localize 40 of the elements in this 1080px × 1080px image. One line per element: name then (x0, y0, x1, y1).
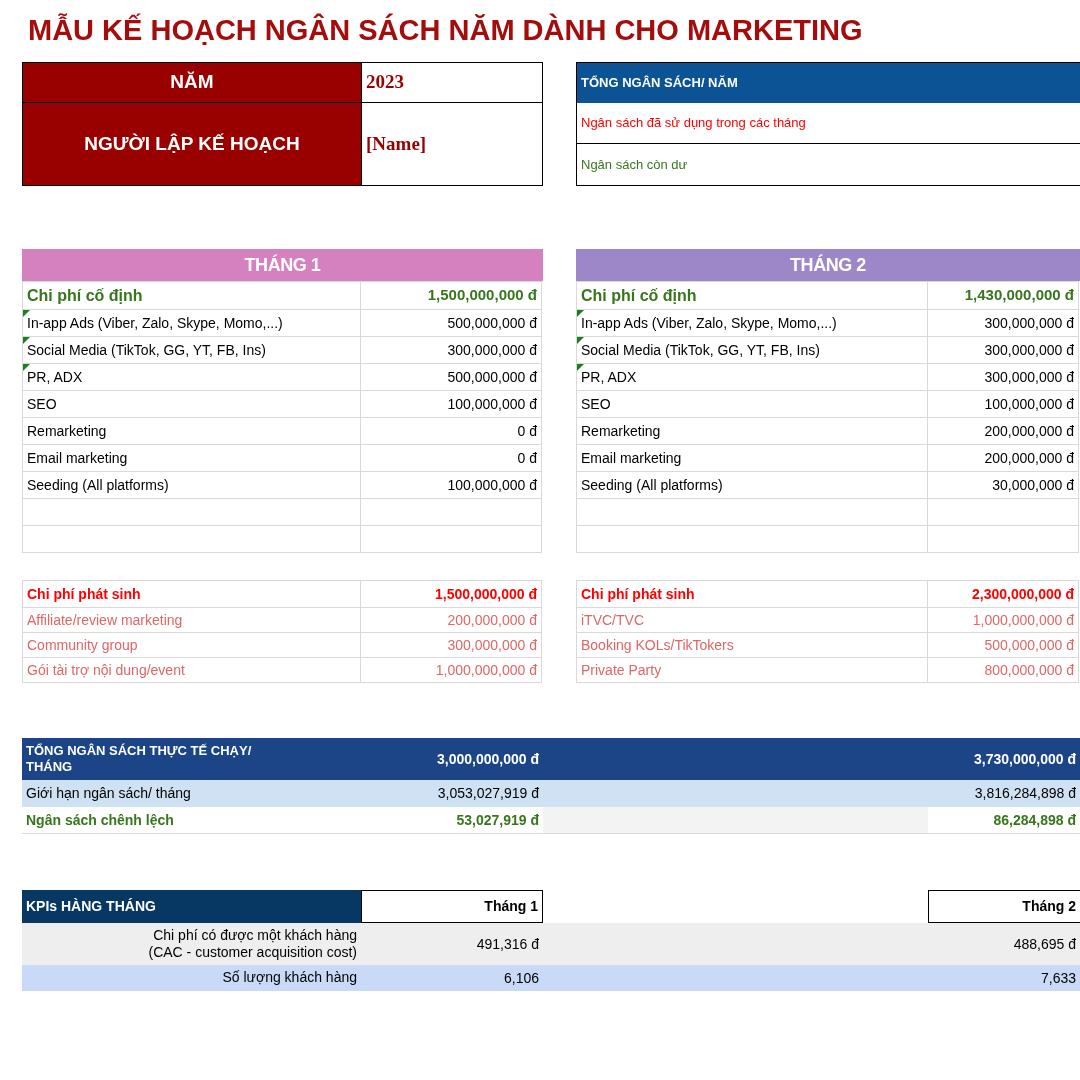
table-cell: Private Party (576, 657, 928, 683)
table-cell: 491,316 đ (361, 923, 543, 965)
table-cell-text: Ngân sách còn dư (580, 155, 689, 174)
table-cell-text: Ngân sách chênh lệch (25, 810, 175, 830)
table-cell: Chi phí phát sinh (576, 580, 928, 608)
table-cell: 2,300,000,000 đ (927, 580, 1079, 608)
table-cell: 1,500,000,000 đ (360, 281, 542, 310)
table-cell-text: 3,816,284,898 đ (973, 784, 1077, 803)
table-cell: Chi phí phát sinh (22, 580, 361, 608)
table-cell-text: [Name] (365, 131, 428, 156)
table-cell: Chi phí có được một khách hàng (CAC - customer acquisition cost) (22, 923, 361, 965)
table-cell: 1,000,000,000 đ (360, 657, 542, 683)
table-cell: 488,695 đ (928, 923, 1080, 965)
month-header: THÁNG 2 (576, 249, 1080, 281)
table-cell-text: 3,730,000,000 đ (973, 749, 1077, 769)
table-cell: 800,000,000 đ (927, 657, 1079, 683)
table-cell: NGƯỜI LẬP KẾ HOẠCH (23, 103, 362, 185)
table-cell: 1,500,000,000 đ (360, 580, 542, 608)
table-cell: Chi phí cố định (22, 281, 361, 310)
page-title: MẪU KẾ HOẠCH NGÂN SÁCH NĂM DÀNH CHO MARKETING (28, 12, 864, 48)
table-cell: Gói tài trợ nội dung/event (22, 657, 361, 683)
table-cell-text: 3,053,027,919 đ (436, 784, 540, 803)
month-header: THÁNG 1 (22, 249, 543, 281)
table-cell: Tháng 1 (361, 890, 543, 923)
table-cell: TỔNG NGÂN SÁCH/ NĂM (577, 63, 1080, 103)
table-cell-text: TỔNG NGÂN SÁCH THỰC TẾ CHẠY/ THÁNG (25, 741, 253, 776)
table-cell-text: 3,000,000,000 đ (436, 749, 540, 769)
table-cell: KPIs HÀNG THÁNG (22, 890, 361, 923)
table-cell: 6,106 (361, 965, 543, 991)
table-cell: 7,633 (928, 965, 1080, 991)
table-cell-text: 2023 (365, 70, 405, 95)
table-cell: Chi phí cố định (576, 281, 928, 310)
table-cell-text: 53,027,919 đ (455, 810, 540, 830)
table-cell: 1,430,000,000 đ (927, 281, 1079, 310)
table-cell-text: 86,284,898 đ (992, 810, 1077, 830)
table-cell: Số lượng khách hàng (22, 965, 361, 991)
table-cell: Tháng 2 (928, 890, 1080, 923)
table-cell-text: Giới hạn ngân sách/ tháng (25, 784, 192, 803)
table-cell: Ngân sách đã sử dụng trong các tháng (577, 103, 1080, 144)
table-cell: NĂM (23, 63, 362, 102)
